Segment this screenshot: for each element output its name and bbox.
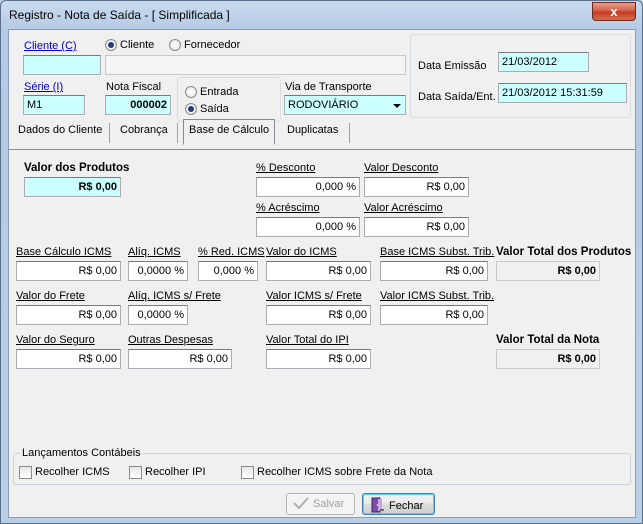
recolher-ipi-label: Recolher IPI [145,466,206,478]
aliq-icms-input[interactable]: 0,0000 % [128,261,188,281]
valor-icms-label: Valor do ICMS [266,246,337,258]
total-produtos-label: Valor Total dos Produtos [496,246,632,258]
data-saida-label: Data Saída/Ent. [418,91,496,103]
valor-acrescimo-label: Valor Acréscimo [364,202,443,214]
data-emissao-input[interactable]: 21/03/2012 [498,52,589,72]
close-icon: x [610,4,618,19]
base-icms-st-input[interactable]: R$ 0,00 [380,261,488,281]
valor-icms-frete-label: Valor ICMS s/ Frete [266,290,362,302]
via-transporte-label: Via de Transporte [285,81,372,93]
tab-strip-line [9,149,635,150]
valor-acrescimo-input[interactable]: R$ 0,00 [364,217,469,237]
aliq-frete-label: Alíq. ICMS s/ Frete [128,290,221,302]
radio-cliente-label: Cliente [120,39,155,51]
valor-seguro-label: Valor do Seguro [16,334,95,346]
tab-cobranca[interactable]: Cobrança [120,121,168,143]
cliente-name-field [105,55,406,75]
valor-frete-label: Valor do Frete [16,290,85,302]
radio-entrada-label: Entrada [200,86,239,98]
fechar-label: Fechar [389,500,424,512]
fechar-button[interactable]: Fechar [362,493,435,515]
valor-produtos-label: Valor dos Produtos [24,162,130,174]
total-ipi-input[interactable]: R$ 0,00 [266,349,371,369]
data-saida-input[interactable]: 21/03/2012 15:31:59 [498,83,627,103]
recolher-icms-label: Recolher ICMS [35,466,110,478]
valor-desconto-label: Valor Desconto [364,162,439,174]
valor-seguro-input[interactable]: R$ 0,00 [16,349,121,369]
valor-icms-st-label: Valor ICMS Subst. Trib. [380,290,495,302]
valor-desconto-input[interactable]: R$ 0,00 [364,177,469,197]
chevron-down-icon [393,104,401,108]
cliente-code-input[interactable] [23,55,101,75]
nota-fiscal-label: Nota Fiscal [106,81,162,93]
aliq-frete-input[interactable]: 0,0000 % [128,305,188,325]
salvar-button[interactable]: Salvar [286,493,355,515]
window: Registro - Nota de Saída - [ Simplificad… [0,0,643,524]
radio-fornecedor[interactable] [169,39,181,51]
tab-duplicatas[interactable]: Duplicatas [287,121,338,143]
desconto-pct-input[interactable]: 0,000 % [256,177,360,197]
tab-separator [109,123,110,143]
valor-frete-input[interactable]: R$ 0,00 [16,305,121,325]
via-transporte-value: RODOVIÁRIO [288,99,359,111]
recolher-icms-frete-checkbox[interactable] [241,466,254,479]
total-ipi-label: Valor Total do IPI [266,334,349,346]
title-bar[interactable]: Registro - Nota de Saída - [ Simplificad… [1,1,642,29]
radio-cliente[interactable] [105,39,117,51]
recolher-icms-checkbox[interactable] [19,466,32,479]
serie-label[interactable]: Série (I) [24,81,63,93]
radio-entrada[interactable] [185,86,197,98]
recolher-icms-frete-label: Recolher ICMS sobre Frete da Nota [257,466,433,478]
total-nota-label: Valor Total da Nota [496,334,600,346]
desconto-pct-label: % Desconto [256,162,316,174]
red-icms-input[interactable]: 0,000 % [198,261,258,281]
base-icms-input[interactable]: R$ 0,00 [16,261,121,281]
base-icms-label: Base Cálculo ICMS [16,246,112,258]
valor-icms-frete-input[interactable]: R$ 0,00 [266,305,371,325]
entrada-saida-group [177,77,281,122]
form-body: Cliente (C) Cliente Fornecedor Série (I)… [8,29,636,518]
checkmark-icon [293,497,309,509]
datas-group [410,34,631,118]
radio-saida[interactable] [185,103,197,115]
close-button[interactable]: x [592,2,636,21]
base-icms-st-label: Base ICMS Subst. Trib. [380,246,495,258]
recolher-ipi-checkbox[interactable] [129,466,142,479]
tab-base-calculo[interactable]: Base de Cálculo [183,119,276,145]
total-produtos-field: R$ 0,00 [496,261,600,281]
cliente-label[interactable]: Cliente (C) [24,40,77,52]
lancamentos-title: Lançamentos Contábeis [20,447,143,459]
data-emissao-label: Data Emissão [418,60,487,72]
acrescimo-pct-input[interactable]: 0,000 % [256,217,360,237]
tab-separator [349,123,350,143]
outras-despesas-label: Outras Despesas [128,334,213,346]
total-nota-field: R$ 0,00 [496,349,600,369]
acrescimo-pct-label: % Acréscimo [256,202,320,214]
aliq-icms-label: Alíq. ICMS [128,246,181,258]
radio-fornecedor-label: Fornecedor [184,39,241,51]
red-icms-label: % Red. ICMS [198,246,265,258]
valor-produtos-field: R$ 0,00 [24,177,121,197]
tab-dados-cliente[interactable]: Dados do Cliente [18,121,102,143]
serie-input[interactable]: M1 [23,95,85,115]
valor-icms-st-input[interactable]: R$ 0,00 [380,305,488,325]
via-transporte-select[interactable]: RODOVIÁRIO [284,95,406,115]
nota-fiscal-input[interactable]: 000002 [105,95,171,115]
outras-despesas-input[interactable]: R$ 0,00 [128,349,232,369]
door-exit-icon [371,497,384,513]
valor-icms-input[interactable]: R$ 0,00 [266,261,371,281]
window-title: Registro - Nota de Saída - [ Simplificad… [9,8,230,22]
salvar-label: Salvar [313,498,345,510]
tab-separator [177,123,178,143]
radio-saida-label: Saída [200,103,229,115]
